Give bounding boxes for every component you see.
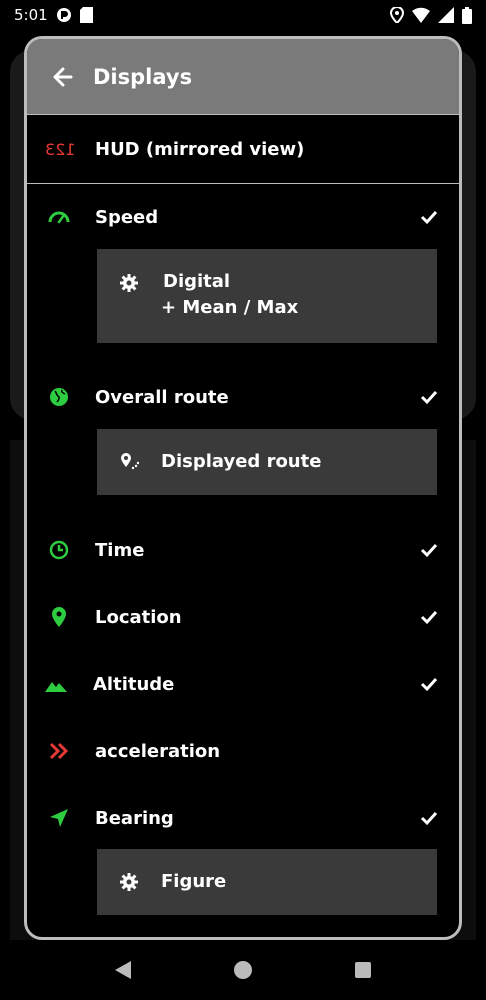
acceleration-row[interactable]: acceleration: [27, 731, 459, 771]
bearing-settings-box[interactable]: Figure: [97, 849, 437, 915]
route-settings-box[interactable]: Displayed route: [97, 429, 437, 495]
location-status-icon: [390, 7, 404, 23]
mountain-icon: [45, 682, 67, 692]
location-label: Location: [95, 606, 182, 628]
checkmark-icon: [420, 390, 438, 405]
gear-icon: [120, 873, 138, 891]
hud-123-icon: 123: [44, 139, 76, 159]
checkmark-icon: [420, 610, 438, 625]
divider: [27, 183, 459, 184]
route-sub-label: Displayed route: [161, 451, 322, 472]
time-label: Time: [95, 539, 145, 561]
nav-home-icon[interactable]: [233, 960, 253, 980]
battery-icon: [462, 6, 472, 24]
dialog-header: Displays: [27, 39, 459, 115]
bearing-row[interactable]: Bearing: [27, 798, 459, 838]
speed-row[interactable]: Speed: [27, 197, 459, 237]
overall-route-row[interactable]: Overall route: [27, 377, 459, 417]
navigation-arrow-icon: [50, 809, 68, 827]
altitude-row[interactable]: Altitude: [27, 664, 459, 704]
signal-icon: [438, 7, 454, 23]
globe-icon: [50, 388, 68, 406]
time-row[interactable]: Time: [27, 530, 459, 570]
checkmark-icon: [420, 677, 438, 692]
displays-dialog: Displays 123 HUD (mirrored view) Speed D…: [24, 36, 462, 940]
bearing-sub-label: Figure: [161, 871, 227, 892]
route-pin-icon: [121, 453, 139, 470]
status-time: 5:01: [14, 6, 48, 24]
wifi-icon: [412, 7, 430, 23]
checkmark-icon: [420, 543, 438, 558]
checkmark-icon: [420, 210, 438, 225]
gear-icon: [120, 274, 138, 292]
location-row[interactable]: Location: [27, 597, 459, 637]
altitude-label: Altitude: [93, 673, 175, 695]
nav-recents-icon[interactable]: [353, 960, 373, 980]
speed-label: Speed: [95, 206, 159, 228]
checkmark-icon: [420, 811, 438, 826]
navigation-bar: [0, 940, 486, 1000]
nav-back-icon[interactable]: [113, 960, 133, 980]
location-pin-icon: [52, 607, 66, 627]
overall-route-label: Overall route: [95, 386, 229, 408]
speed-settings-box[interactable]: Digital + Mean / Max: [97, 249, 437, 343]
hud-row[interactable]: 123 HUD (mirrored view): [27, 115, 459, 183]
app-notification-icon: [56, 8, 71, 22]
sd-card-icon: [79, 7, 93, 23]
speedometer-icon: [48, 211, 70, 224]
acceleration-label: acceleration: [95, 740, 221, 762]
hud-label: HUD (mirrored view): [95, 138, 305, 160]
status-bar: 5:01: [0, 0, 486, 30]
dialog-title: Displays: [93, 64, 193, 89]
clock-icon: [49, 540, 69, 560]
speed-mode-line2: + Mean / Max: [161, 297, 299, 318]
bearing-label: Bearing: [95, 807, 174, 829]
speed-mode-line1: Digital: [163, 271, 231, 292]
back-arrow-icon[interactable]: [53, 67, 73, 87]
double-chevron-icon: [49, 742, 69, 760]
